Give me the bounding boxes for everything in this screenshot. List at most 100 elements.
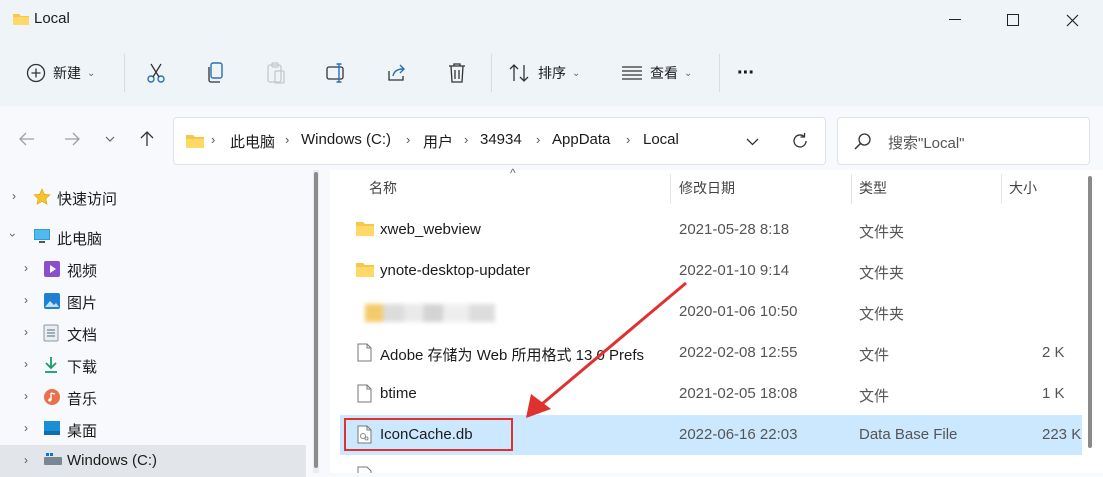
drive-icon <box>44 453 62 465</box>
back-button[interactable] <box>13 125 41 153</box>
column-divider[interactable] <box>670 174 671 204</box>
chevron-right-icon[interactable]: › <box>24 453 28 467</box>
nav-item-label: 视频 <box>67 263 98 280</box>
file-date: 2022-02-08 12:55 <box>679 344 798 361</box>
chevron-right-icon[interactable]: › <box>24 325 28 339</box>
file-list-scrollbar[interactable] <box>1082 170 1103 473</box>
breadcrumb-item[interactable]: 此电脑 <box>230 131 275 152</box>
rename-button[interactable] <box>326 56 348 90</box>
title-bar: Local <box>0 0 1103 40</box>
file-row[interactable]: Adobe 存储为 Web 所用格式 13.0 Prefs 2022-02-08… <box>340 333 1083 373</box>
folder-icon <box>356 222 374 236</box>
trash-icon <box>449 63 465 83</box>
file-type: 文件 <box>859 388 890 405</box>
column-header-date[interactable]: 修改日期 <box>679 170 735 206</box>
file-icon <box>357 343 372 362</box>
refresh-icon[interactable] <box>791 132 809 150</box>
file-row[interactable] <box>340 456 1083 473</box>
column-divider[interactable] <box>851 174 852 204</box>
highlight-box <box>344 418 513 451</box>
nav-item-this-pc[interactable]: › 此电脑 <box>0 221 306 253</box>
close-button[interactable] <box>1043 0 1101 40</box>
nav-item-quick-access[interactable]: › 快速访问 <box>0 181 306 213</box>
paste-button[interactable] <box>266 56 286 90</box>
share-button[interactable] <box>386 56 408 90</box>
file-row[interactable]: xweb_webview 2021-05-28 8:18 文件夹 <box>340 210 1083 250</box>
view-button[interactable]: 查看 ⌄ <box>621 56 692 90</box>
breadcrumb-item[interactable]: AppData <box>552 131 610 148</box>
file-type: 文件 <box>859 347 890 364</box>
rename-icon <box>326 63 344 83</box>
breadcrumb-item[interactable]: 34934 <box>480 131 522 148</box>
window-title: Local <box>34 10 70 27</box>
nav-item-documents[interactable]: › 文档 <box>0 317 306 349</box>
sort-label: 排序 <box>538 65 566 81</box>
nav-item-music[interactable]: › 音乐 <box>0 381 306 413</box>
maximize-button[interactable] <box>984 0 1042 40</box>
up-button[interactable] <box>133 125 161 153</box>
column-header-type[interactable]: 类型 <box>859 170 887 206</box>
nav-item-downloads[interactable]: › 下载 <box>0 349 306 381</box>
folder-icon <box>186 135 204 148</box>
chevron-right-icon[interactable]: › <box>24 261 28 275</box>
more-button[interactable]: ··· <box>737 56 755 90</box>
nav-item-drive-c[interactable]: › Windows (C:) <box>0 445 306 477</box>
chevron-right-icon[interactable]: › <box>24 357 28 371</box>
scissors-icon <box>147 63 165 83</box>
nav-item-label: 此电脑 <box>57 231 103 248</box>
column-header-name[interactable]: 名称 <box>369 170 397 206</box>
forward-button[interactable] <box>58 125 86 153</box>
chevron-right-icon[interactable]: › <box>12 189 16 203</box>
file-type: 文件夹 <box>859 224 905 241</box>
paste-icon <box>267 62 285 84</box>
file-row[interactable]: ynote-desktop-updater 2022-01-10 9:14 文件… <box>340 251 1083 291</box>
nav-item-label: 桌面 <box>67 423 98 440</box>
file-row[interactable]: 2020-01-06 10:50 文件夹 <box>340 292 1083 332</box>
new-button[interactable]: 新建 ⌄ <box>26 56 95 90</box>
address-bar[interactable]: › 此电脑 › Windows (C:) › 用户 › 34934 › AppD… <box>173 117 826 165</box>
nav-item-videos[interactable]: › 视频 <box>0 253 306 285</box>
sort-button[interactable]: 排序 ⌄ <box>509 56 580 90</box>
minimize-icon <box>949 19 961 20</box>
cut-button[interactable] <box>146 56 166 90</box>
folder-icon <box>356 263 374 277</box>
file-icon <box>357 384 372 403</box>
chevron-down-icon[interactable] <box>746 138 759 146</box>
column-divider[interactable] <box>1001 174 1002 204</box>
nav-item-desktop[interactable]: › 桌面 <box>0 413 306 445</box>
nav-scrollbar-thumb[interactable] <box>314 172 318 468</box>
arrow-left-icon <box>19 132 34 146</box>
plus-circle-icon <box>26 63 46 83</box>
file-type: 文件夹 <box>859 265 905 282</box>
search-placeholder: 搜索"Local" <box>888 135 965 152</box>
chevron-down-icon[interactable]: › <box>6 233 20 237</box>
file-size: 2 K <box>1042 344 1065 361</box>
recent-locations-button[interactable] <box>96 125 124 153</box>
file-row[interactable]: btime 2021-02-05 18:08 文件 1 K <box>340 374 1083 414</box>
copy-button[interactable] <box>207 56 225 90</box>
breadcrumb-item[interactable]: Local <box>643 131 679 148</box>
nav-item-label: 下载 <box>67 359 98 376</box>
nav-item-pictures[interactable]: › 图片 <box>0 285 306 317</box>
close-icon <box>1066 14 1078 26</box>
address-row: › 此电脑 › Windows (C:) › 用户 › 34934 › AppD… <box>0 106 1103 170</box>
chevron-right-icon[interactable]: › <box>24 389 28 403</box>
chevron-right-icon[interactable]: › <box>24 293 28 307</box>
arrow-up-icon <box>140 131 154 146</box>
column-header-size[interactable]: 大小 <box>1009 170 1037 206</box>
new-label: 新建 <box>53 65 81 81</box>
computer-icon <box>34 229 50 243</box>
chevron-right-icon[interactable]: › <box>24 421 28 435</box>
breadcrumb-separator-icon: › <box>285 132 290 147</box>
minimize-button[interactable] <box>926 0 984 40</box>
breadcrumb-item[interactable]: 用户 <box>423 131 453 152</box>
nav-item-label: 文档 <box>67 327 98 344</box>
search-input[interactable]: 搜索"Local" <box>837 117 1090 165</box>
breadcrumb-separator-icon: › <box>626 132 631 147</box>
delete-button[interactable] <box>447 56 467 90</box>
breadcrumb-item[interactable]: Windows (C:) <box>301 131 391 148</box>
sort-ascending-icon: ^ <box>510 166 516 180</box>
file-list-scrollbar-thumb[interactable] <box>1088 176 1092 448</box>
music-icon <box>44 389 60 405</box>
download-icon <box>45 357 57 373</box>
